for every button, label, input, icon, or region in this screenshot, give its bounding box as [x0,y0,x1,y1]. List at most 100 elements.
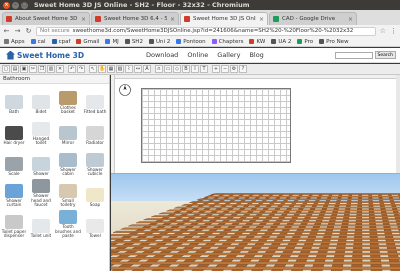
reload-icon[interactable]: ↻ [25,27,32,35]
cut-icon[interactable]: ✂ [29,65,37,73]
maximize-window-button[interactable]: □ [21,1,28,9]
catalog-item[interactable]: Bidet [28,85,54,116]
catalog-item[interactable]: Toilet paper dispenser [1,209,27,240]
floor-joist [204,195,400,198]
catalog-item[interactable]: Shower curtain [1,178,27,209]
catalog-item[interactable]: Toilet unit [28,209,54,240]
catalog-category[interactable]: Bathroom [0,75,109,84]
floor-joist [111,257,400,260]
minimize-window-button[interactable]: – [12,1,19,9]
catalog-item[interactable]: Hanged toilet [28,116,54,147]
catalog-item[interactable]: Shower cubicle [82,147,108,178]
3d-view[interactable] [111,173,400,271]
new-home-icon[interactable]: ▢ [2,65,10,73]
catalog-item-thumbnail [32,179,50,194]
security-label: Not secure [40,28,70,34]
menu-download[interactable]: Download [146,51,178,59]
wall-tool-icon[interactable]: ▭ [164,65,172,73]
close-window-button[interactable]: × [3,1,10,9]
create-walls-icon[interactable]: ▦ [107,65,115,73]
menu-online[interactable]: Online [187,51,208,59]
catalog-item[interactable]: Scale [1,147,27,178]
catalog-items: Bath Bidet Clothes basket Fitted bath Hair d… [0,84,109,241]
bookmark-item[interactable]: MJ [105,39,119,45]
tab-sweethome-online[interactable]: Sweet Home 3D JS Online × [180,12,268,25]
compass-icon[interactable]: N [118,83,132,97]
catalog-item[interactable]: Fitted bath [82,85,108,116]
bookmark-item[interactable]: Apps [4,39,25,45]
catalog-item[interactable]: Towel [82,209,108,240]
bookmark-icon [148,39,154,44]
tab-close-icon[interactable]: × [259,16,264,23]
bookmark-item[interactable]: UA 2 [271,39,291,45]
help-icon[interactable]: ? [239,65,247,73]
bookmark-item[interactable]: Chapters [211,39,243,45]
catalog-item[interactable]: Clothes basket [55,85,81,116]
bookmark-item[interactable]: SH2 [124,39,143,45]
catalog-item[interactable]: Radiator [82,116,108,147]
catalog-item[interactable]: Shower head and faucet [28,178,54,209]
plan-scrollbar[interactable] [396,75,400,173]
text-style-italic-icon[interactable]: I [191,65,199,73]
room-tool-icon[interactable]: ◇ [173,65,181,73]
site-logo[interactable]: Sweet Home 3D [6,50,146,60]
zoom-in-icon[interactable]: + [212,65,220,73]
catalog-item[interactable]: Soap [82,178,108,209]
text-size-icon[interactable]: T [200,65,208,73]
redo-icon[interactable]: ↷ [77,65,85,73]
menu-gallery[interactable]: Gallery [217,51,240,59]
tab-google-drive[interactable]: CAD - Google Drive × [269,12,357,25]
catalog-item[interactable]: Tooth brushes and paste [55,209,81,240]
plan-ruler-top [111,75,400,79]
floor-grid[interactable] [141,88,291,163]
bookmark-item[interactable]: Uni 2 [148,39,170,45]
back-arrow-icon[interactable]: ← [3,27,10,35]
bookmark-label: Pro New [326,38,349,45]
plan-view[interactable]: N [111,75,400,173]
tab-close-icon[interactable]: × [81,16,86,23]
catalog-item[interactable]: Mirror [55,116,81,147]
tab-about[interactable]: About Sweet Home 3D × [2,12,90,25]
catalog-item[interactable]: Small toiletry [55,178,81,209]
paste-icon[interactable]: ▥ [47,65,55,73]
menu-dots-icon[interactable]: ⋮ [390,27,397,35]
bookmark-item[interactable]: Gmail [76,39,99,45]
add-text-icon[interactable]: A [143,65,151,73]
bookmark-item[interactable]: Pro New [319,38,349,45]
create-polylines-icon[interactable]: ⌇ [125,65,133,73]
url-field[interactable]: Not secure sweethome3d.com/SweetHome3DJS… [36,26,376,36]
select-mode-icon[interactable]: ↖ [89,65,97,73]
bookmark-item[interactable]: cpaf [51,39,70,45]
search-button[interactable]: Search [374,51,396,59]
forward-arrow-icon[interactable]: → [14,27,21,35]
search-input[interactable] [334,51,373,59]
catalog-item[interactable]: Bath [1,85,27,116]
copy-icon[interactable]: ❐ [38,65,46,73]
delete-icon[interactable]: ✕ [56,65,64,73]
create-dimensions-icon[interactable]: ↔ [134,65,142,73]
text-style-bold-icon[interactable]: B [182,65,190,73]
catalog-item-label: Fitted bath [83,109,107,115]
bookmark-star-icon[interactable]: ☆ [380,27,386,35]
magnet-icon[interactable]: ∩ [155,65,163,73]
zoom-out-icon[interactable]: − [221,65,229,73]
catalog-item[interactable]: Shower [28,147,54,178]
save-icon[interactable]: ▣ [20,65,28,73]
bookmark-icon [211,39,217,44]
undo-icon[interactable]: ↶ [68,65,76,73]
bookmark-item[interactable]: Pro [297,39,313,45]
menu-blog[interactable]: Blog [249,51,263,59]
preferences-icon[interactable]: ⚙ [230,65,238,73]
tab-close-icon[interactable]: × [348,16,353,23]
tab-sweethome-64[interactable]: Sweet Home 3D 6.4 - Sw × [91,12,179,25]
bookmark-item[interactable]: KW [249,39,265,45]
bookmark-icon [319,39,325,44]
create-rooms-icon[interactable]: ▧ [116,65,124,73]
bookmark-item[interactable]: Pontoon [176,39,206,45]
pan-mode-icon[interactable]: ✋ [98,65,106,73]
catalog-item[interactable]: Hair dryer [1,116,27,147]
catalog-item[interactable]: Shower cabin [55,147,81,178]
tab-close-icon[interactable]: × [170,16,175,23]
bookmark-item[interactable]: cal [30,39,46,45]
open-icon[interactable]: ▤ [11,65,19,73]
